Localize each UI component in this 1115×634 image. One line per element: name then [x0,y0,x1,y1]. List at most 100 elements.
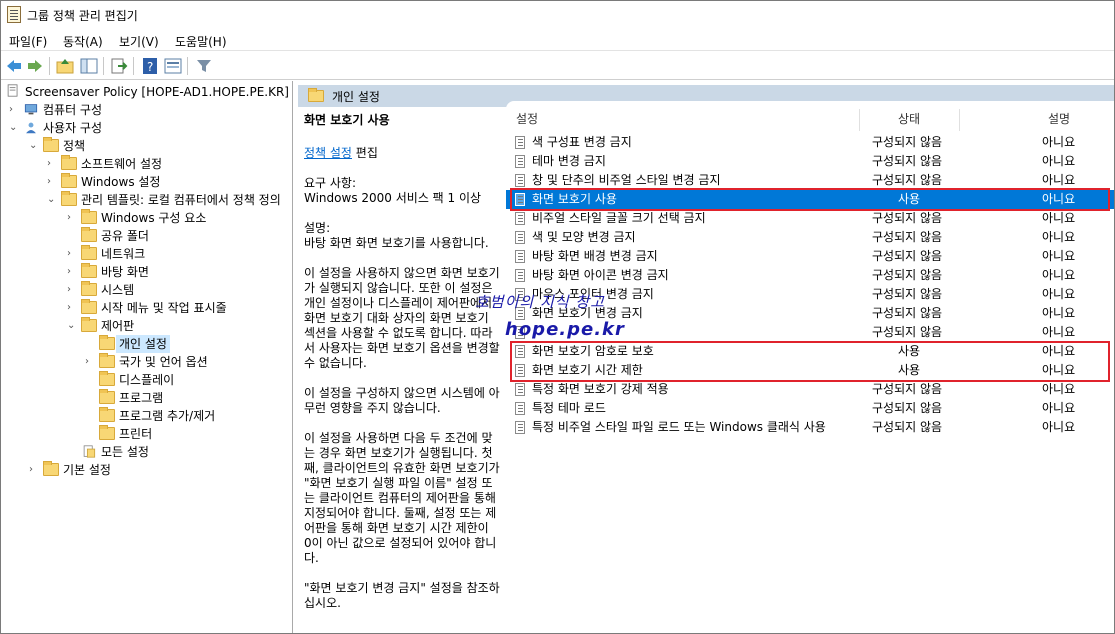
chevron-down-icon[interactable]: ⌄ [9,119,19,137]
list-row[interactable]: 특정 테마 로드 구성되지 않음 아니요 [506,399,1114,418]
row-state: 구성되지 않음 [872,401,943,415]
tree-label: Windows 설정 [81,175,161,189]
column-header-setting[interactable]: 설정 [516,109,538,133]
toolbar: ? [1,52,1114,80]
chevron-down-icon[interactable]: ⌄ [67,317,77,335]
row-comment: 아니요 [1042,287,1076,301]
chevron-right-icon[interactable]: › [67,299,77,317]
tree-root-label: Screensaver Policy [HOPE-AD1.HOPE.PE.KR]… [25,85,293,99]
setting-icon [515,250,525,263]
folder-icon [81,227,97,242]
row-comment: 아니요 [1042,268,1076,282]
row-comment: 아니요 [1042,211,1076,225]
column-header-state[interactable]: 상태 [898,109,920,133]
menu-help[interactable]: 도움말(H) [175,33,227,50]
tree-label: 시스템 [101,283,135,297]
properties-icon[interactable] [164,57,182,75]
tree-label: 프로그램 추가/제거 [119,409,216,423]
folder-icon [81,263,97,278]
chevron-right-icon[interactable]: › [9,101,19,119]
row-name: 색 구성표 변경 금지 [532,135,632,149]
folder-icon [61,155,77,170]
policy-tree: Screensaver Policy [HOPE-AD1.HOPE.PE.KR]… [1,81,293,633]
chevron-down-icon[interactable]: ⌄ [29,137,39,155]
description-p4: 이 설정을 사용하면 다음 두 조건에 맞는 경우 화면 보호기가 실행됩니다.… [304,431,500,565]
folder-icon [61,173,77,188]
export-list-icon[interactable] [110,57,128,75]
row-state: 구성되지 않음 [872,325,943,339]
tree-label: 개인 설정 [116,335,170,353]
menu-file[interactable]: 파일(F) [9,33,47,50]
folder-icon [81,317,97,332]
menu-view[interactable]: 보기(V) [119,33,159,50]
list-row[interactable]: 비주얼 스타일 글꼴 크기 선택 금지 구성되지 않음 아니요 [506,209,1114,228]
computer-icon [24,104,38,115]
row-state: 구성되지 않음 [872,135,943,149]
description-p2: 이 설정을 사용하지 않으면 화면 보호기가 실행되지 않습니다. 또한 이 설… [304,266,500,370]
help-icon[interactable]: ? [141,57,159,75]
all-settings-icon [83,445,96,458]
row-name: 특정 비주얼 스타일 파일 로드 또는 Windows 클래식 사용 [532,420,826,434]
description-pane: 화면 보호기 사용 정책 설정 편집 요구 사항: Windows 2000 서… [298,107,506,633]
window-title: 그룹 정책 관리 편집기 [27,9,138,23]
row-name: 특정 화면 보호기 강제 적용 [532,382,669,396]
row-state: 구성되지 않음 [872,230,943,244]
list-row[interactable]: 색 및 모양 변경 금지 구성되지 않음 아니요 [506,228,1114,247]
tree-label: 컴퓨터 구성 [43,103,103,117]
list-row[interactable]: 특정 화면 보호기 강제 적용 구성되지 않음 아니요 [506,380,1114,399]
show-hide-tree-icon[interactable] [80,57,98,75]
menu-action[interactable]: 동작(A) [63,33,103,50]
watermark-url: hope.pe.kr [505,319,625,340]
chevron-right-icon[interactable]: › [67,281,77,299]
row-comment: 아니요 [1042,249,1076,263]
list-row[interactable]: 색 구성표 변경 금지 구성되지 않음 아니요 [506,133,1114,152]
tree-label: 네트워크 [101,247,146,261]
forward-icon[interactable] [26,57,44,75]
folder-icon [81,245,97,260]
tree-label: 모든 설정 [101,445,149,459]
chevron-right-icon[interactable]: › [29,461,39,479]
tree-label: 디스플레이 [119,373,175,387]
filter-icon[interactable] [195,57,213,75]
row-state: 구성되지 않음 [872,211,943,225]
list-row[interactable]: 테마 변경 금지 구성되지 않음 아니요 [506,152,1114,171]
list-row[interactable]: 특정 비주얼 스타일 파일 로드 또는 Windows 클래식 사용 구성되지 않… [506,418,1114,437]
tree-label: 프로그램 [119,391,164,405]
setting-icon [515,421,525,434]
requirements-value: Windows 2000 서비스 팩 1 이상 [304,191,482,205]
column-header-comment[interactable]: 설명 [1048,109,1070,133]
policy-book-icon [7,84,18,97]
chevron-right-icon[interactable]: › [47,173,57,191]
row-comment: 아니요 [1042,230,1076,244]
list-row[interactable]: 바탕 화면 아이콘 변경 금지 구성되지 않음 아니요 [506,266,1114,285]
chevron-right-icon[interactable]: › [85,353,95,371]
policy-title: 화면 보호기 사용 [304,113,390,127]
highlight-box-screensaver [510,188,1110,211]
list-row[interactable]: 바탕 화면 배경 변경 금지 구성되지 않음 아니요 [506,247,1114,266]
row-comment: 아니요 [1042,154,1076,168]
row-comment: 아니요 [1042,420,1076,434]
chevron-right-icon[interactable]: › [67,209,77,227]
tree-label: 시작 메뉴 및 작업 표시줄 [101,301,227,315]
setting-icon [515,269,525,282]
folder-icon [81,209,97,224]
chevron-down-icon[interactable]: ⌄ [47,191,57,209]
up-folder-icon[interactable] [56,57,74,75]
row-comment: 아니요 [1042,401,1076,415]
chevron-right-icon[interactable]: › [47,155,57,173]
row-comment: 아니요 [1042,325,1076,339]
row-comment: 아니요 [1042,382,1076,396]
tree-label: 공유 폴더 [101,229,149,243]
setting-icon [515,212,525,225]
row-state: 구성되지 않음 [872,306,943,320]
chevron-right-icon[interactable]: › [67,245,77,263]
row-name: 테마 변경 금지 [532,154,606,168]
policy-settings-link[interactable]: 정책 설정 [304,146,352,160]
setting-icon [515,155,525,168]
folder-icon [81,299,97,314]
description-label: 설명: [304,221,331,235]
tree-label: 프린터 [119,427,153,441]
back-icon[interactable] [5,57,23,75]
chevron-right-icon[interactable]: › [67,263,77,281]
tree-label: Windows 구성 요소 [101,211,207,225]
